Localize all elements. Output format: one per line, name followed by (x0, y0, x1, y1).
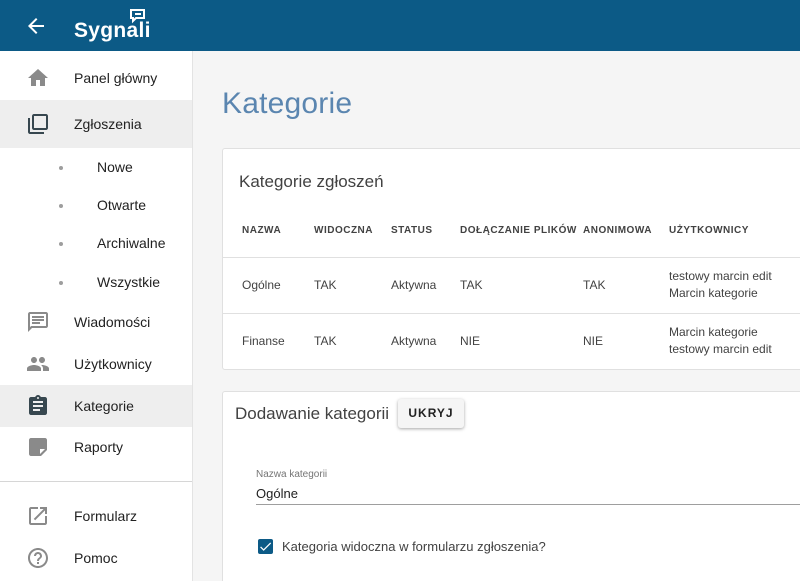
check-icon (260, 542, 272, 551)
column-header-status[interactable]: Status (391, 225, 433, 236)
cell-name: Ogólne (242, 278, 281, 292)
sidebar-subitem-archiwalne[interactable]: Archiwalne (0, 225, 192, 261)
sidebar-item-panel-glowny[interactable]: Panel główny (0, 57, 192, 99)
sidebar-subitem-nowe[interactable]: Nowe (0, 149, 192, 185)
help-icon (28, 548, 48, 568)
cell-files: TAK (460, 278, 483, 292)
hide-button[interactable]: UKRYJ (398, 399, 464, 428)
visible-checkbox[interactable] (258, 539, 273, 554)
sidebar: Panel główny Zgłoszenia Nowe Otwarte Arc… (0, 51, 193, 581)
cell-user: Marcin kategorie (669, 325, 758, 339)
sidebar-item-label: Raporty (74, 439, 124, 455)
sidebar-item-label: Wiadomości (74, 314, 151, 330)
clipboard-icon (29, 395, 47, 415)
column-header-anonimowa[interactable]: Anonimowa (583, 225, 652, 236)
home-icon (28, 69, 48, 86)
sidebar-item-raporty[interactable]: Raporty (0, 426, 192, 468)
cell-user: testowy marcin edit (669, 342, 772, 356)
back-arrow-icon[interactable] (24, 14, 48, 38)
top-app-bar: Sygnali (0, 0, 800, 51)
bullet-icon (59, 204, 63, 208)
page-title: Kategorie (222, 87, 353, 120)
logo-flag-icon (130, 9, 145, 24)
cell-user: testowy marcin edit (669, 269, 772, 283)
note-icon (29, 438, 47, 456)
cell-visible: TAK (314, 278, 337, 292)
sidebar-subitem-label: Archiwalne (97, 235, 166, 251)
cell-anonymous: TAK (583, 278, 606, 292)
sidebar-subitem-label: Nowe (97, 159, 133, 175)
sidebar-item-uzytkownicy[interactable]: Użytkownicy (0, 343, 192, 385)
sidebar-item-label: Zgłoszenia (74, 116, 142, 132)
sidebar-subitem-label: Otwarte (97, 197, 147, 213)
cell-status: Aktywna (391, 334, 437, 348)
bullet-icon (59, 242, 63, 246)
sidebar-item-kategorie[interactable]: Kategorie (0, 385, 192, 427)
message-icon (28, 312, 48, 332)
sidebar-subitem-otwarte[interactable]: Otwarte (0, 187, 192, 223)
bullet-icon (59, 281, 63, 285)
categories-table-card: Kategorie zgłoszeń Nazwa Widoczna Status… (222, 148, 800, 370)
cell-anonymous: NIE (583, 334, 604, 348)
sidebar-item-zgloszenia[interactable]: Zgłoszenia (0, 100, 192, 148)
card-title: Kategorie zgłoszeń (239, 172, 384, 191)
sidebar-item-formularz[interactable]: Formularz (0, 495, 192, 537)
column-header-widoczna[interactable]: Widoczna (314, 225, 373, 236)
sidebar-subitem-label: Wszystkie (97, 274, 160, 290)
cell-user: Marcin kategorie (669, 286, 758, 300)
sidebar-item-pomoc[interactable]: Pomoc (0, 537, 192, 579)
column-header-dolaczanie-plikow[interactable]: Dołączanie plików (460, 225, 577, 236)
row-divider (223, 257, 800, 258)
add-category-card: Dodawanie kategorii UKRYJ Nazwa kategori… (222, 391, 800, 581)
sidebar-divider (0, 481, 192, 482)
cell-files: NIE (460, 334, 481, 348)
column-header-nazwa[interactable]: Nazwa (242, 225, 281, 236)
sidebar-item-wiadomosci[interactable]: Wiadomości (0, 301, 192, 343)
category-name-label: Nazwa kategorii (256, 469, 328, 480)
bullet-icon (59, 166, 63, 170)
open-in-new-icon (29, 507, 47, 525)
sidebar-item-label: Pomoc (74, 550, 118, 566)
column-header-uzytkownicy[interactable]: Użytkownicy (669, 225, 749, 236)
visible-checkbox-label[interactable]: Kategoria widoczna w formularzu zgłoszen… (282, 539, 546, 554)
sidebar-item-label: Panel główny (74, 70, 158, 86)
sidebar-item-label: Użytkownicy (74, 356, 152, 372)
category-name-input[interactable] (256, 483, 800, 505)
cell-status: Aktywna (391, 278, 437, 292)
row-divider (223, 313, 800, 314)
sidebar-subitem-wszystkie[interactable]: Wszystkie (0, 264, 192, 300)
copy-icon (28, 114, 48, 134)
people-icon (27, 357, 49, 371)
card-title: Dodawanie kategorii (235, 404, 390, 423)
sidebar-item-label: Kategorie (74, 398, 134, 414)
cell-name: Finanse (242, 334, 285, 348)
cell-visible: TAK (314, 334, 337, 348)
sidebar-item-label: Formularz (74, 508, 138, 524)
